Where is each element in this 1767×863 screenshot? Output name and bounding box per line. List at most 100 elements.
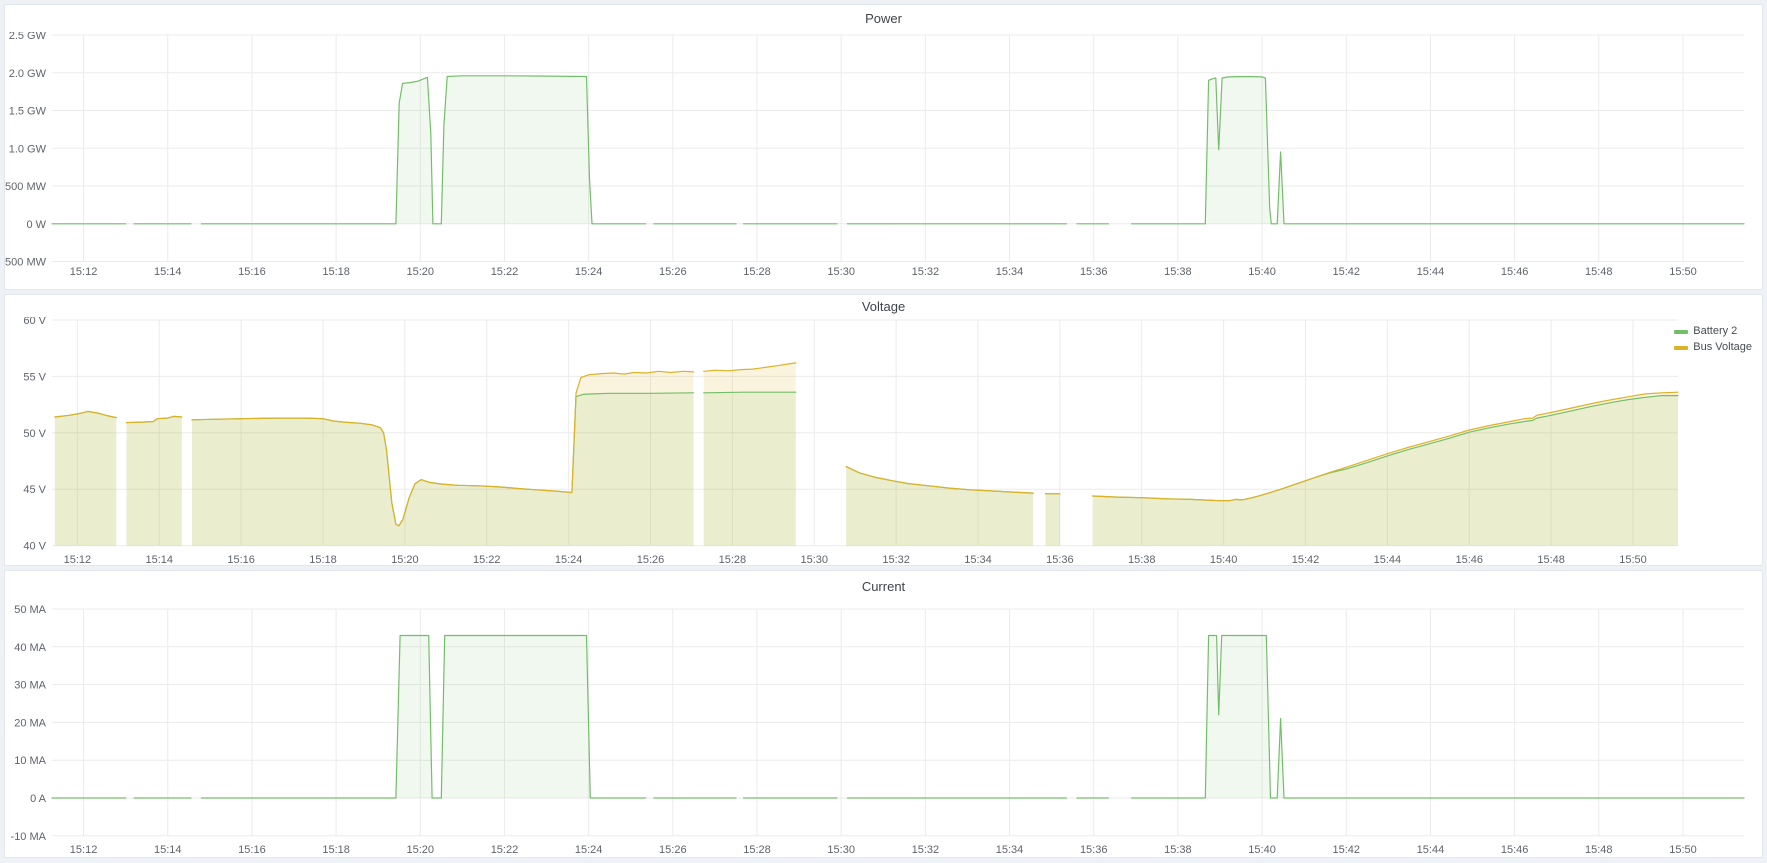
- svg-text:15:46: 15:46: [1455, 554, 1483, 565]
- svg-text:15:42: 15:42: [1332, 844, 1360, 856]
- series-line-battery-2-power: [52, 76, 1744, 224]
- svg-text:15:26: 15:26: [659, 844, 687, 856]
- svg-text:15:32: 15:32: [882, 554, 910, 565]
- svg-text:15:46: 15:46: [1501, 266, 1529, 278]
- current-chart[interactable]: 50 MA40 MA30 MA20 MA10 MA0 A-10 MA15:121…: [5, 601, 1762, 857]
- voltage-legend: Battery 2 Bus Voltage: [1674, 325, 1752, 354]
- legend-item-battery-2[interactable]: Battery 2: [1674, 325, 1752, 338]
- svg-text:15:12: 15:12: [70, 266, 98, 278]
- svg-text:15:28: 15:28: [719, 554, 747, 565]
- legend-item-bus-voltage[interactable]: Bus Voltage: [1674, 341, 1752, 354]
- current-panel-header[interactable]: Current: [5, 571, 1762, 601]
- svg-text:40 V: 40 V: [23, 541, 46, 553]
- svg-text:15:34: 15:34: [996, 266, 1024, 278]
- svg-text:15:12: 15:12: [70, 844, 98, 856]
- power-panel-header[interactable]: Power: [5, 5, 1762, 32]
- svg-text:15:24: 15:24: [575, 266, 603, 278]
- voltage-chart-wrap: 60 V55 V50 V45 V40 V15:1215:1415:1615:18…: [5, 317, 1762, 565]
- grid-lines: [52, 35, 1744, 262]
- svg-text:30 MA: 30 MA: [14, 680, 46, 692]
- legend-swatch-icon: [1674, 330, 1688, 334]
- legend-label: Bus Voltage: [1693, 341, 1752, 354]
- svg-text:15:36: 15:36: [1046, 554, 1074, 565]
- svg-text:15:22: 15:22: [473, 554, 501, 565]
- svg-text:15:20: 15:20: [391, 554, 419, 565]
- legend-label: Battery 2: [1693, 325, 1737, 338]
- svg-text:2.5 GW: 2.5 GW: [9, 32, 47, 42]
- svg-text:15:24: 15:24: [575, 844, 603, 856]
- svg-text:15:16: 15:16: [238, 844, 266, 856]
- svg-text:15:12: 15:12: [64, 554, 92, 565]
- svg-text:15:18: 15:18: [322, 266, 350, 278]
- grid-lines: [52, 609, 1744, 836]
- svg-text:15:22: 15:22: [491, 266, 519, 278]
- series-line-battery-2-current: [52, 636, 1744, 799]
- svg-text:15:50: 15:50: [1669, 266, 1697, 278]
- svg-text:15:20: 15:20: [407, 266, 435, 278]
- svg-text:2.0 GW: 2.0 GW: [9, 68, 47, 80]
- power-chart[interactable]: 2.5 GW 2.0 GW 1.5 GW 1.0 GW 500 MW 0 W -500 MW…: [5, 32, 1762, 289]
- power-panel: Power 2.5 GW 2.0 GW 1.5 GW 1.0 GW 500 MW 0 W -…: [4, 4, 1763, 290]
- svg-text:15:14: 15:14: [154, 266, 182, 278]
- svg-text:500 MW: 500 MW: [5, 181, 47, 193]
- svg-text:15:26: 15:26: [659, 266, 687, 278]
- voltage-panel-header[interactable]: Voltage: [5, 295, 1762, 317]
- svg-text:15:38: 15:38: [1128, 554, 1156, 565]
- svg-text:15:34: 15:34: [996, 844, 1024, 856]
- svg-text:15:40: 15:40: [1248, 844, 1276, 856]
- svg-text:15:40: 15:40: [1210, 554, 1238, 565]
- svg-text:50 V: 50 V: [23, 428, 46, 440]
- series-area-bus-voltage: [55, 363, 1678, 546]
- svg-text:15:24: 15:24: [555, 554, 583, 565]
- svg-text:15:20: 15:20: [407, 844, 435, 856]
- svg-text:15:36: 15:36: [1080, 844, 1108, 856]
- svg-text:15:50: 15:50: [1669, 844, 1697, 856]
- svg-text:40 MA: 40 MA: [14, 642, 46, 654]
- series-area-battery-2-power: [52, 76, 1744, 224]
- svg-text:1.5 GW: 1.5 GW: [9, 106, 47, 118]
- axis-tick-labels: 2.5 GW 2.0 GW 1.5 GW 1.0 GW 500 MW 0 W -500 MW…: [5, 32, 1697, 278]
- svg-text:55 V: 55 V: [23, 371, 46, 383]
- svg-text:50 MA: 50 MA: [14, 604, 46, 616]
- svg-text:15:18: 15:18: [309, 554, 337, 565]
- svg-text:15:32: 15:32: [912, 266, 940, 278]
- svg-text:1.0 GW: 1.0 GW: [9, 143, 47, 155]
- svg-text:15:38: 15:38: [1164, 844, 1192, 856]
- svg-text:0 W: 0 W: [26, 219, 46, 231]
- svg-text:15:18: 15:18: [322, 844, 350, 856]
- svg-text:10 MA: 10 MA: [14, 755, 46, 767]
- svg-text:15:30: 15:30: [827, 844, 855, 856]
- svg-text:15:36: 15:36: [1080, 266, 1108, 278]
- svg-text:15:16: 15:16: [238, 266, 266, 278]
- svg-text:15:28: 15:28: [743, 266, 771, 278]
- voltage-chart[interactable]: 60 V55 V50 V45 V40 V15:1215:1415:1615:18…: [5, 317, 1762, 565]
- dashboard: Power 2.5 GW 2.0 GW 1.5 GW 1.0 GW 500 MW 0 W -…: [0, 0, 1767, 862]
- power-chart-wrap: 2.5 GW 2.0 GW 1.5 GW 1.0 GW 500 MW 0 W -500 MW…: [5, 32, 1762, 289]
- svg-text:15:48: 15:48: [1585, 266, 1613, 278]
- svg-text:15:34: 15:34: [964, 554, 992, 565]
- svg-text:15:44: 15:44: [1417, 266, 1445, 278]
- svg-text:15:40: 15:40: [1248, 266, 1276, 278]
- svg-text:15:30: 15:30: [827, 266, 855, 278]
- svg-text:15:30: 15:30: [800, 554, 828, 565]
- svg-text:15:14: 15:14: [145, 554, 173, 565]
- svg-text:15:26: 15:26: [637, 554, 665, 565]
- current-chart-wrap: 50 MA40 MA30 MA20 MA10 MA0 A-10 MA15:121…: [5, 601, 1762, 857]
- voltage-panel-title: Voltage: [862, 300, 905, 313]
- series-area-battery-2-current: [52, 636, 1744, 799]
- svg-text:45 V: 45 V: [23, 484, 46, 496]
- power-panel-title: Power: [865, 12, 902, 25]
- svg-text:15:22: 15:22: [491, 844, 519, 856]
- svg-text:15:50: 15:50: [1619, 554, 1647, 565]
- svg-text:15:38: 15:38: [1164, 266, 1192, 278]
- current-panel: Current 50 MA40 MA30 MA20 MA10 MA0 A-10 …: [4, 570, 1763, 858]
- svg-text:15:44: 15:44: [1417, 844, 1445, 856]
- svg-text:15:14: 15:14: [154, 844, 182, 856]
- svg-text:15:42: 15:42: [1332, 266, 1360, 278]
- axis-tick-labels: 50 MA40 MA30 MA20 MA10 MA0 A-10 MA15:121…: [11, 604, 1697, 856]
- voltage-panel: Voltage 60 V 55 V 50 V 45 V 40 V 15:12 15:14 15…: [4, 294, 1763, 566]
- svg-text:60 V: 60 V: [23, 317, 46, 327]
- svg-text:-500 MW: -500 MW: [5, 257, 47, 269]
- svg-text:15:46: 15:46: [1501, 844, 1529, 856]
- svg-text:15:28: 15:28: [743, 844, 771, 856]
